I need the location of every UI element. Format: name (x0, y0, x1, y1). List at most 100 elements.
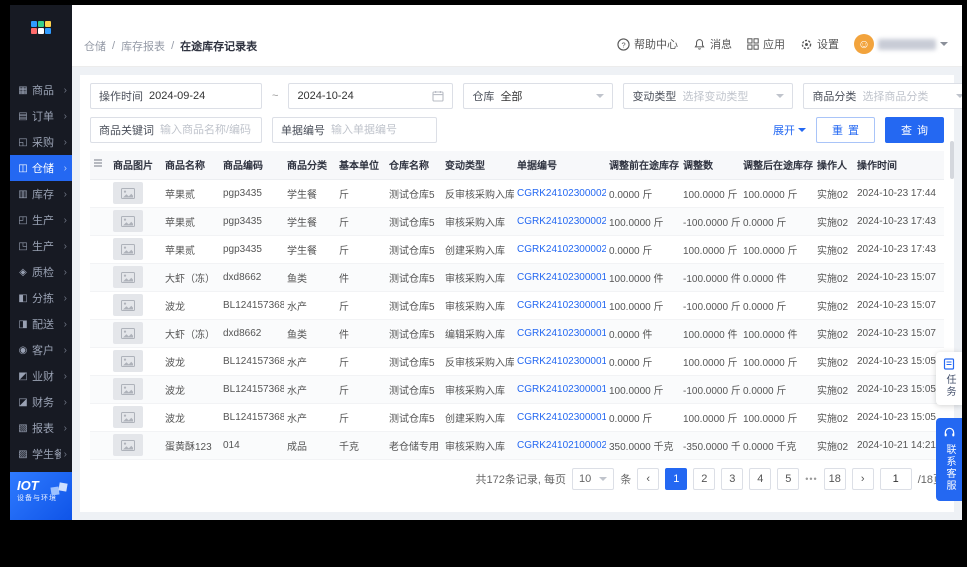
page-jump-input[interactable] (879, 467, 912, 490)
contact-support-button[interactable]: 联系客服 (936, 418, 962, 501)
cell-category: 水产 (284, 375, 336, 404)
sidebar-item-products[interactable]: ▦ 商品 › (10, 77, 72, 103)
orders-icon: ▤ (18, 110, 28, 122)
column-header: 变动类型 (442, 151, 514, 180)
cell-code: BL124157368 (220, 291, 284, 320)
sidebar-item-production[interactable]: ◰ 生产 › (10, 207, 72, 233)
sidebar-item-warehouse[interactable]: ◫ 仓储 › (10, 155, 72, 181)
page-button-4[interactable]: 4 (749, 467, 772, 490)
sidebar-item-production2[interactable]: ◳ 生产 › (10, 233, 72, 259)
sidebar-item-reports[interactable]: ▧ 报表 › (10, 415, 72, 441)
doc-number-link[interactable]: CGRK24102100002 (517, 440, 606, 451)
cell-operator: 实施02 (814, 235, 854, 264)
cell-adjust_qty: -100.0000 斤 (680, 207, 740, 236)
sidebar-item-label: 报表 (32, 423, 54, 435)
sidebar-item-qc[interactable]: ◈ 质检 › (10, 259, 72, 285)
page-content: 操作时间 2024-09-24 ~ 2024-10-24 仓库 全部 变动类型 … (72, 67, 962, 520)
tasks-floating-button[interactable]: 任务 (936, 352, 962, 405)
help-label: 帮助中心 (634, 39, 678, 51)
cell-unit: 千克 (336, 431, 386, 460)
doc-number-link[interactable]: CGRK24102300002 (517, 216, 606, 227)
sidebar-item-business-finance[interactable]: ◩ 业财 › (10, 363, 72, 389)
cell-adjust_qty: -100.0000 斤 (680, 375, 740, 404)
change-type-select[interactable]: 变动类型 选择变动类型 (623, 83, 794, 109)
cell-name: 苹果贰 (162, 179, 220, 208)
cell-warehouse: 老仓储专用 (386, 431, 442, 460)
app-grid-icon (747, 38, 759, 50)
sidebar-item-purchase[interactable]: ◱ 采购 › (10, 129, 72, 155)
app-logo[interactable] (10, 5, 72, 49)
sidebar-item-finance[interactable]: ◪ 财务 › (10, 389, 72, 415)
cell-name: 波龙 (162, 375, 220, 404)
image-icon (121, 187, 135, 199)
scrollbar-thumb[interactable] (950, 141, 954, 179)
header-actions: ? 帮助中心 消息 应用 设置 ☺ (617, 34, 948, 54)
sidebar-item-inventory[interactable]: ▥ 库存 › (10, 181, 72, 207)
cell-adjust_qty: 100.0000 斤 (680, 235, 740, 264)
chevron-down-icon (798, 128, 806, 132)
doc-number-link[interactable]: CGRK24102300002 (517, 188, 606, 199)
sidebar-item-orders[interactable]: ▤ 订单 › (10, 103, 72, 129)
iot-brand-block: IOT 设备与环境 (10, 472, 72, 520)
row-select-cell (90, 431, 110, 460)
image-icon (121, 243, 135, 255)
iot-cubes-icon (50, 482, 68, 496)
user-menu[interactable]: ☺ (854, 34, 948, 54)
chevron-down-icon (599, 476, 608, 481)
cell-before_qty: 100.0000 斤 (606, 291, 680, 320)
row-select-cell (90, 235, 110, 264)
doc-number-link[interactable]: CGRK24102300001 (517, 272, 606, 283)
table-row: 苹果贰 pgp3435 学生餐斤测试仓库5 审核采购入库 CGRK24102300002… (90, 207, 944, 236)
sidebar-nav: ▦ 商品 › ▤ 订单 › ◱ 采购 › ◫ 仓储 › ▥ 库存 › ◰ 生产 › ◳ 生产 › ◈ 质检 › ◧ 分拣 › ◨ 配送 ›… (10, 77, 72, 467)
product-category-select[interactable]: 商品分类 选择商品分类 (803, 83, 962, 109)
expand-link[interactable]: 展开 (773, 122, 806, 138)
sidebar-item-customers[interactable]: ◉ 客户 › (10, 337, 72, 363)
doc-number-link[interactable]: CGRK24102300001 (517, 384, 606, 395)
cell-doc-no: CGRK24102300001 (514, 375, 606, 404)
page-button-3[interactable]: 3 (721, 467, 744, 490)
page-button-2[interactable]: 2 (693, 467, 716, 490)
help-center-button[interactable]: ? 帮助中心 (617, 36, 678, 52)
date-start-input[interactable]: 操作时间 2024-09-24 (90, 83, 262, 109)
cell-warehouse: 测试仓库5 (386, 207, 442, 236)
cell-time: 2024-10-23 17:43 (854, 207, 944, 236)
column-settings-header[interactable] (90, 151, 110, 180)
cell-unit: 斤 (336, 375, 386, 404)
sidebar-item-delivery[interactable]: ◨ 配送 › (10, 311, 72, 337)
cell-warehouse: 测试仓库5 (386, 347, 442, 376)
cell-name: 波龙 (162, 403, 220, 432)
product-category-placeholder: 选择商品分类 (862, 91, 929, 103)
doc-number-link[interactable]: CGRK24102300001 (517, 412, 606, 423)
date-end-input[interactable]: 2024-10-24 (288, 83, 454, 109)
search-button[interactable]: 查询 (885, 117, 944, 143)
cell-name: 蛋黄酥123 (162, 431, 220, 460)
page-button-18[interactable]: 18 (823, 467, 846, 490)
breadcrumb-item[interactable]: 库存报表 (121, 38, 165, 54)
page-ellipsis[interactable]: ••• (805, 474, 817, 484)
page-size-select[interactable]: 10 (572, 467, 615, 490)
prev-page-button[interactable]: ‹ (637, 467, 660, 490)
page-button-5[interactable]: 5 (777, 467, 800, 490)
page-button-1[interactable]: 1 (665, 467, 688, 490)
doc-number-link[interactable]: CGRK24102300001 (517, 300, 606, 311)
reset-button[interactable]: 重置 (816, 117, 875, 143)
next-page-button[interactable]: › (851, 467, 874, 490)
row-select-cell (90, 179, 110, 208)
product-keyword-input[interactable] (160, 124, 253, 136)
doc-number-input[interactable] (331, 124, 428, 136)
doc-number-link[interactable]: CGRK24102300001 (517, 328, 606, 339)
apps-button[interactable]: 应用 (747, 36, 785, 52)
doc-number-link[interactable]: CGRK24102300001 (517, 356, 606, 367)
messages-button[interactable]: 消息 (693, 36, 732, 52)
sidebar-item-label: 生产 (32, 215, 54, 227)
page-size-unit: 条 (620, 473, 632, 486)
cell-change_type: 审核采购入库 (442, 207, 514, 236)
sidebar-item-label: 订单 (32, 111, 54, 123)
sidebar-item-sorting[interactable]: ◧ 分拣 › (10, 285, 72, 311)
breadcrumb-separator: / (112, 40, 116, 52)
sidebar-item-student-meal[interactable]: ▨ 学生餐 › (10, 441, 72, 467)
settings-button[interactable]: 设置 (800, 36, 839, 52)
warehouse-select[interactable]: 仓库 全部 (463, 83, 614, 109)
doc-number-link[interactable]: CGRK24102300002 (517, 244, 606, 255)
breadcrumb-item[interactable]: 仓储 (84, 38, 106, 54)
